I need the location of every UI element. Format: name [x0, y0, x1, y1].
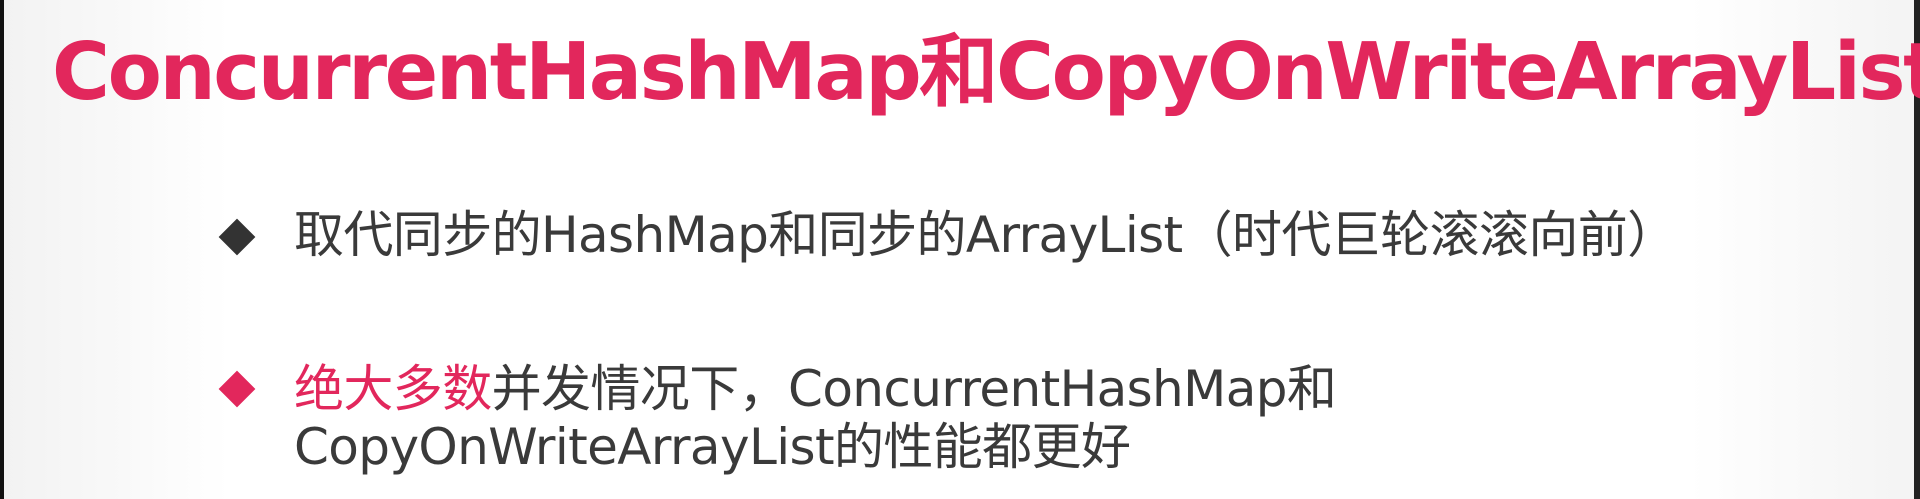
presentation-slide: ConcurrentHashMap和CopyOnWriteArrayList 取…: [0, 0, 1920, 499]
diamond-bullet-icon: [218, 218, 256, 256]
highlighted-phrase: 绝大多数: [294, 360, 492, 418]
diamond-bullet-icon: [218, 370, 256, 408]
bullet-text: 绝大多数并发情况下，ConcurrentHashMap和 CopyOnWrite…: [294, 360, 1834, 476]
slide-title: ConcurrentHashMap和CopyOnWriteArrayList: [52, 26, 1920, 118]
bullet-line-1-rest: 并发情况下，ConcurrentHashMap和: [491, 360, 1337, 418]
bullet-line-2: CopyOnWriteArrayList的性能都更好: [294, 418, 1131, 476]
bullet-line-1: 绝大多数并发情况下，ConcurrentHashMap和: [294, 360, 1834, 418]
left-edge-strip: [0, 0, 4, 499]
bullet-text: 取代同步的HashMap和同步的ArrayList（时代巨轮滚滚向前）: [294, 206, 1677, 264]
